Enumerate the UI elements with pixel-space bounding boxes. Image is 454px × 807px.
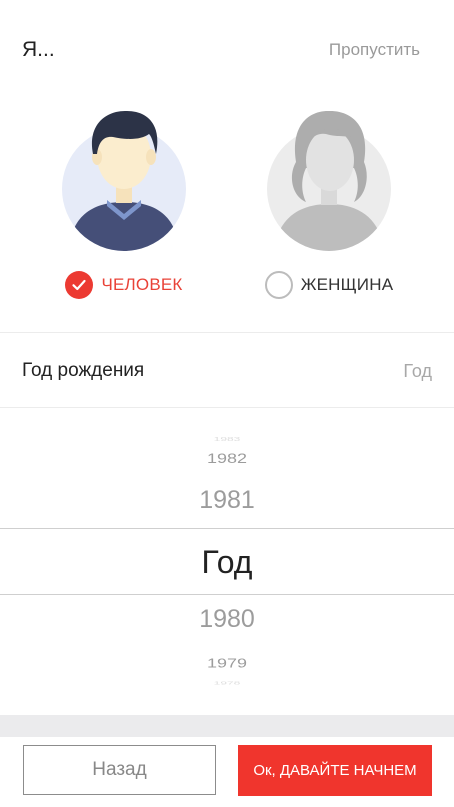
start-button[interactable]: Ок, ДАВАЙТЕ НАЧНЕМ xyxy=(238,745,432,796)
picker-selection-top-line xyxy=(0,528,454,529)
footer: Назад Ок, ДАВАЙТЕ НАЧНЕМ xyxy=(0,737,454,807)
male-avatar-icon xyxy=(61,110,187,251)
picker-item-faded: 1983 xyxy=(213,435,241,443)
picker-item-faded: 1978 xyxy=(213,680,241,686)
picker-item[interactable]: 1980 xyxy=(0,605,454,634)
gender-label-male: ЧЕЛОВЕК xyxy=(101,275,183,294)
picker-item[interactable]: 1982 xyxy=(0,450,454,466)
year-picker[interactable]: 1983 1982 1981 Год 1980 1979 1978 xyxy=(0,410,454,715)
female-avatar-icon xyxy=(266,110,392,251)
birth-year-label: Год рождения xyxy=(22,360,145,381)
gender-option-male[interactable]: ЧЕЛОВЕК xyxy=(49,110,199,310)
gender-label-female: ЖЕНЩИНА xyxy=(300,275,394,294)
birth-year-value[interactable]: Год xyxy=(403,361,432,382)
gender-option-female[interactable]: ЖЕНЩИНА xyxy=(254,110,404,310)
onboarding-screen: Я... Пропустить ЧЕЛОВЕК ЖЕНЩИНА Год рожд… xyxy=(0,0,454,807)
radio-unchecked-icon[interactable] xyxy=(264,271,293,299)
page-title: Я... xyxy=(22,38,55,61)
back-button[interactable]: Назад xyxy=(23,745,216,795)
picker-item-selected[interactable]: Год xyxy=(0,544,454,581)
divider xyxy=(0,407,454,408)
checkmark-icon[interactable] xyxy=(65,271,94,299)
skip-link[interactable]: Пропустить xyxy=(329,40,420,60)
picker-selection-bottom-line xyxy=(0,594,454,595)
gender-radio-row-male[interactable]: ЧЕЛОВЕК xyxy=(65,271,182,299)
divider xyxy=(0,332,454,333)
gender-radio-row-female[interactable]: ЖЕНЩИНА xyxy=(264,271,394,299)
picker-bottom-strip xyxy=(0,715,454,737)
picker-item[interactable]: 1981 xyxy=(0,486,454,515)
picker-item[interactable]: 1979 xyxy=(0,656,454,671)
